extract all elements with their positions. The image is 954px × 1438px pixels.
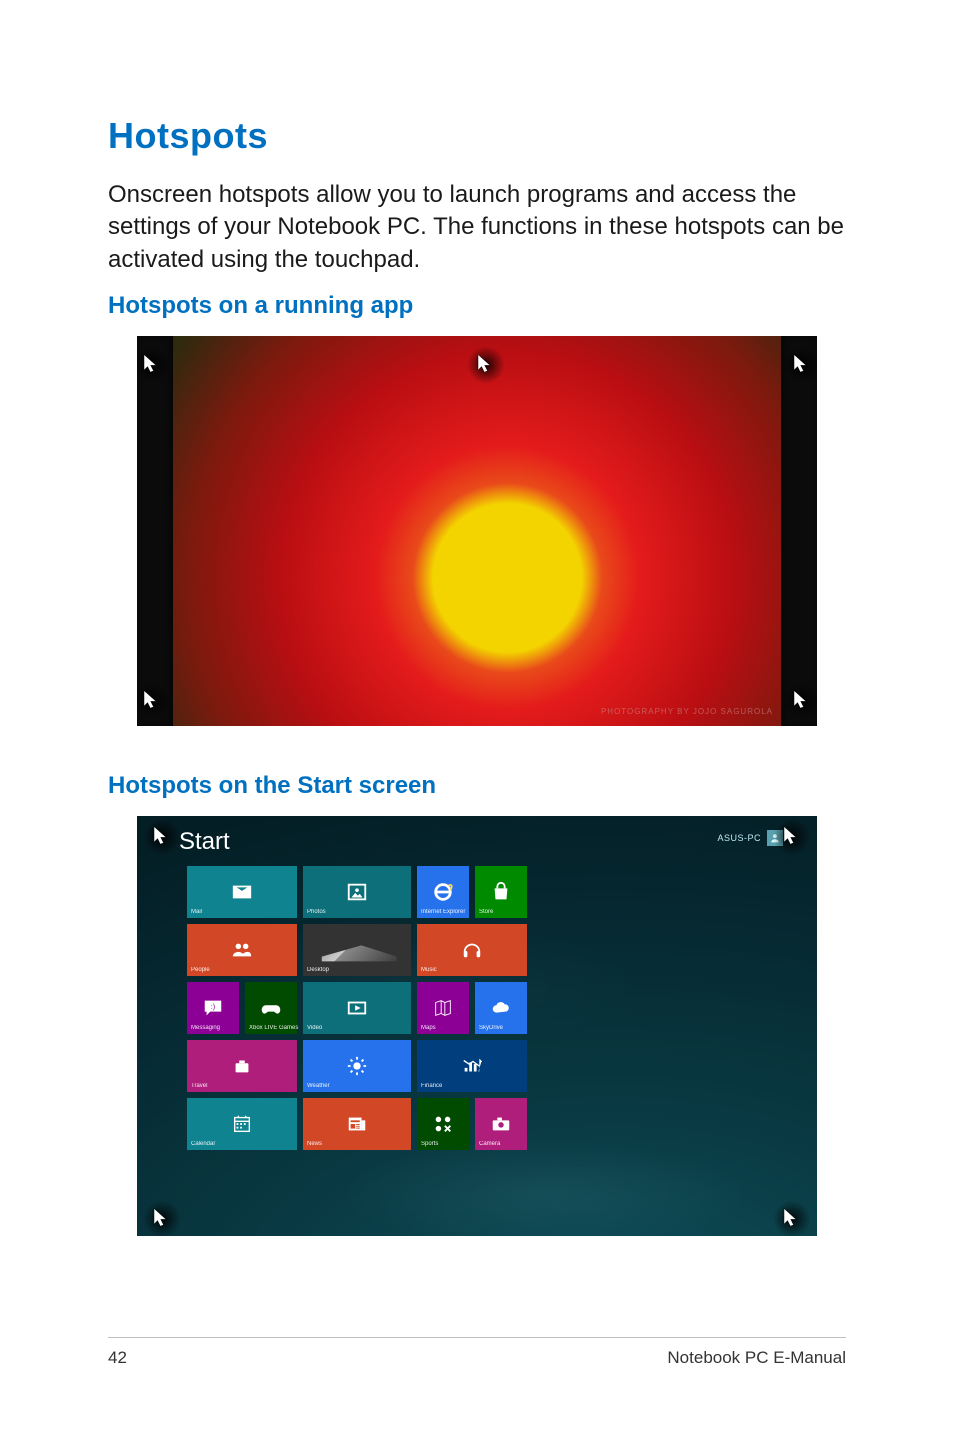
photo-credit: Photography by Jojo Sagurola (601, 707, 773, 716)
tile-messaging[interactable]: :) Messaging (187, 982, 239, 1034)
video-icon (346, 997, 368, 1019)
tile-label: Maps (421, 1025, 436, 1031)
tile-label: Travel (191, 1083, 207, 1089)
tile-label: Store (479, 909, 493, 915)
tile-label: Calendar (191, 1141, 215, 1147)
manual-page: Hotspots Onscreen hotspots allow you to … (0, 0, 954, 1438)
mail-icon (231, 881, 253, 903)
headphones-icon (461, 939, 483, 961)
tile-weather[interactable]: Weather (303, 1040, 411, 1092)
tile-video[interactable]: Video (303, 982, 411, 1034)
tile-games[interactable]: Xbox LIVE Games (245, 982, 297, 1034)
people-icon (231, 939, 253, 961)
user-account-button[interactable]: ASUS-PC (717, 830, 783, 846)
tile-maps[interactable]: Maps (417, 982, 469, 1034)
screenshot-running-app: Photography by Jojo Sagurola (137, 336, 817, 726)
tile-label: People (191, 967, 210, 973)
svg-text::): :) (211, 1002, 215, 1011)
tile-label: Mail (191, 909, 202, 915)
tile-finance[interactable]: Finance (417, 1040, 527, 1092)
heading-running-app: Hotspots on a running app (108, 292, 846, 320)
tile-photos[interactable]: Photos (303, 866, 411, 918)
screenshot-start-screen: Start ASUS-PC Mail Photos Internet Explo… (137, 816, 817, 1236)
user-name-label: ASUS-PC (717, 833, 761, 843)
tile-travel[interactable]: Travel (187, 1040, 297, 1092)
charms-bar-area (781, 336, 817, 726)
tile-mail[interactable]: Mail (187, 866, 297, 918)
page-footer: 42 Notebook PC E-Manual (108, 1337, 846, 1368)
tile-camera[interactable]: Camera (475, 1098, 527, 1150)
app-switcher-bar (137, 336, 173, 726)
tile-desktop[interactable]: Desktop (303, 924, 411, 976)
tile-label: Camera (479, 1141, 500, 1147)
tile-label: Video (307, 1025, 322, 1031)
tile-news[interactable]: News (303, 1098, 411, 1150)
tile-label: Desktop (307, 967, 329, 973)
user-avatar-icon (767, 830, 783, 846)
tile-calendar[interactable]: Calendar (187, 1098, 297, 1150)
tile-label: Music (421, 967, 437, 973)
camera-icon (490, 1113, 512, 1135)
tile-label: News (307, 1141, 322, 1147)
tile-label: Weather (307, 1083, 330, 1089)
maps-icon (432, 997, 454, 1019)
intro-paragraph: Onscreen hotspots allow you to launch pr… (108, 179, 846, 276)
tile-label: SkyDrive (479, 1025, 503, 1031)
tile-sports[interactable]: Sports (417, 1098, 469, 1150)
tile-label: Photos (307, 909, 326, 915)
tile-people[interactable]: People (187, 924, 297, 976)
tile-internet-explorer[interactable]: Internet Explorer (417, 866, 469, 918)
gamepad-icon (260, 997, 282, 1019)
travel-icon (231, 1055, 253, 1077)
sun-icon (346, 1055, 368, 1077)
heading-start-screen: Hotspots on the Start screen (108, 772, 846, 800)
news-icon (346, 1113, 368, 1135)
start-tiles-grid: Mail Photos Internet Explorer Store Peop… (187, 866, 527, 1150)
tile-label: Finance (421, 1083, 442, 1089)
tile-label: Internet Explorer (421, 909, 465, 915)
page-number: 42 (108, 1348, 127, 1368)
store-icon (490, 881, 512, 903)
calendar-icon (231, 1113, 253, 1135)
heading-hotspots: Hotspots (108, 115, 846, 157)
tile-label: Xbox LIVE Games (249, 1025, 298, 1031)
tile-skydrive[interactable]: SkyDrive (475, 982, 527, 1034)
start-title: Start (179, 828, 230, 856)
chat-icon: :) (202, 997, 224, 1019)
tile-label: Messaging (191, 1025, 220, 1031)
tile-label: Sports (421, 1141, 438, 1147)
ie-icon (432, 881, 454, 903)
photo-icon (346, 881, 368, 903)
cloud-icon (490, 997, 512, 1019)
tile-music[interactable]: Music (417, 924, 527, 976)
sports-icon (432, 1113, 454, 1135)
tile-store[interactable]: Store (475, 866, 527, 918)
photo-app-content (173, 336, 781, 726)
chart-icon (461, 1055, 483, 1077)
manual-title: Notebook PC E-Manual (667, 1348, 846, 1368)
